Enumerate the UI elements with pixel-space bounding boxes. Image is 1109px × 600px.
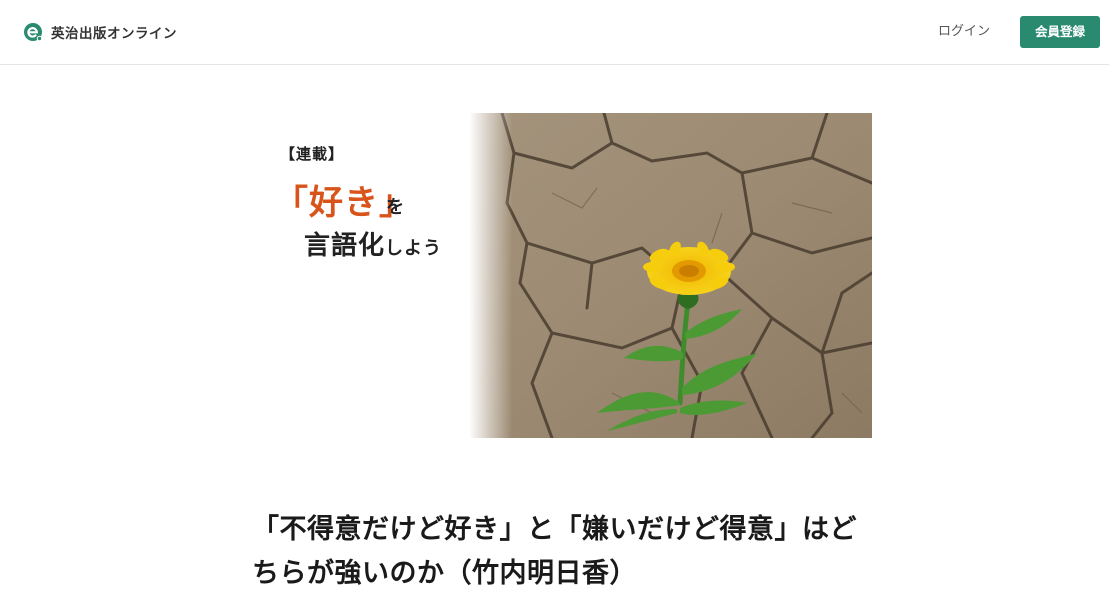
hero-title-wo: を <box>386 197 404 218</box>
hero-title-verbalize-main: 言語化 <box>304 231 386 261</box>
series-tag: 【連載】 <box>280 145 345 163</box>
hero-title-verbalize-suffix: しよう <box>385 238 443 259</box>
login-link[interactable]: ログイン <box>925 20 1003 44</box>
hero-title-verbalize: 言語化しよう <box>304 225 442 262</box>
e-logo-icon <box>24 23 43 42</box>
site-name: 英治出版オンライン <box>51 26 177 42</box>
signup-button[interactable]: 会員登録 <box>1020 16 1100 48</box>
site-header: 英治出版オンライン ログイン 会員登録 <box>0 0 1109 65</box>
hero-image: 【連載】 「好き」 を 言語化しよう <box>252 113 872 438</box>
article-title: 「不得意だけど好き」と「嫌いだけど得意」はどちらが強いのか（竹内明日香） <box>252 514 857 589</box>
site-logo[interactable]: 英治出版オンライン <box>23 21 177 43</box>
dandelion-cracked-earth-image <box>252 113 872 438</box>
